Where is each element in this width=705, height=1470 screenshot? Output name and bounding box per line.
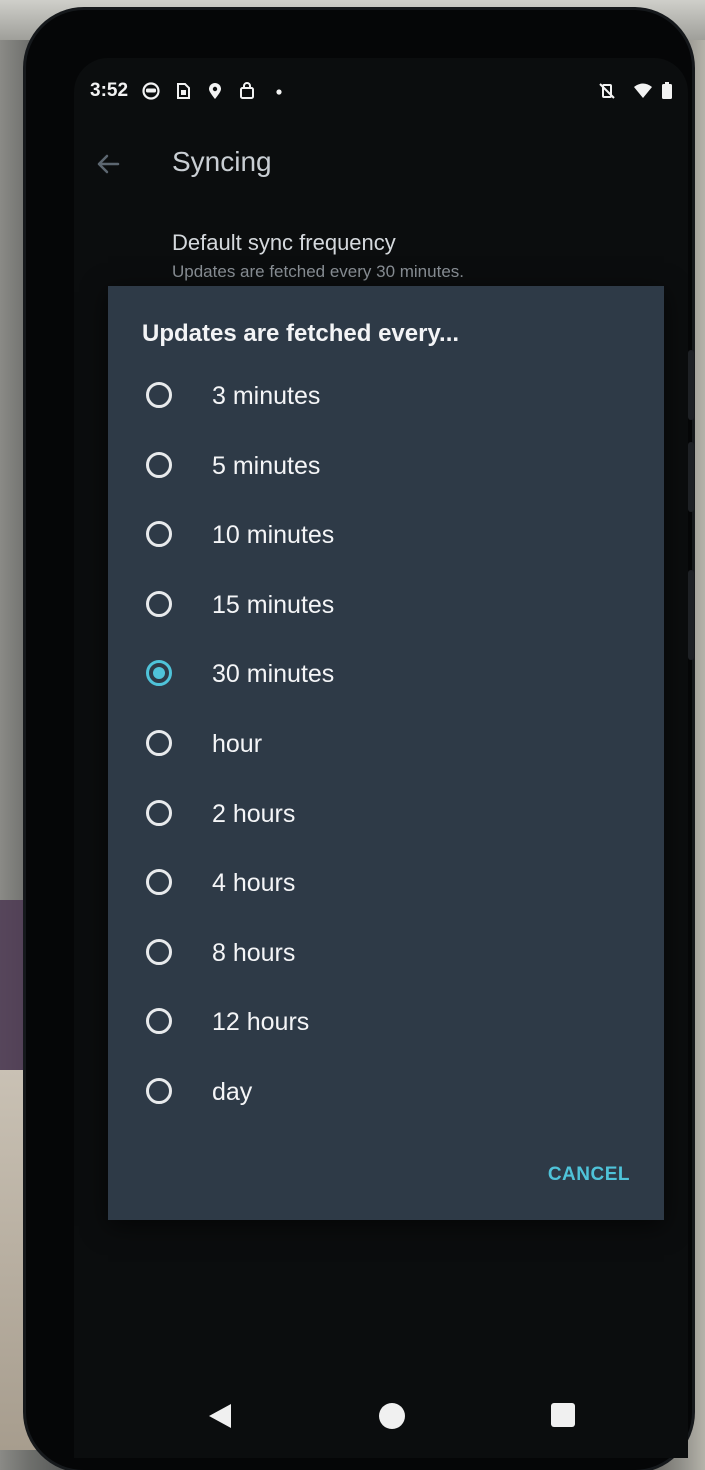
radio-option[interactable]: 3 minutes [142,368,642,428]
radio-option[interactable]: 30 minutes [142,646,642,706]
nav-recents-icon[interactable] [551,1403,575,1427]
sim-card-icon [174,82,192,100]
notification-dot-icon [274,82,292,100]
shopping-bag-icon [238,82,256,100]
radio-unselected-icon[interactable] [146,800,172,826]
radio-selected-icon[interactable] [146,660,172,686]
radio-option[interactable]: 10 minutes [142,507,642,567]
radio-option-label: 5 minutes [212,452,321,480]
radio-option-label: 15 minutes [212,591,335,619]
radio-option[interactable]: 2 hours [142,786,642,846]
side-button [688,570,694,660]
radio-option-label: hour [212,730,263,758]
radio-unselected-icon[interactable] [146,382,172,408]
radio-option-label: day [212,1078,253,1106]
radio-unselected-icon[interactable] [146,869,172,895]
cancel-button[interactable]: CANCEL [548,1164,630,1186]
radio-unselected-icon[interactable] [146,1008,172,1034]
discord-icon [142,82,160,100]
phone-body: 3:52 Syncing Default sync frequency Upda… [26,10,694,1470]
radio-option[interactable]: 5 minutes [142,438,642,498]
radio-option-label: 10 minutes [212,521,335,549]
status-bar: 3:52 [74,58,688,128]
arrow-left-icon[interactable] [90,146,126,182]
radio-option[interactable]: hour [142,716,642,776]
radio-option-label: 8 hours [212,939,296,967]
status-time: 3:52 [90,80,129,101]
radio-unselected-icon[interactable] [146,521,172,547]
dialog-title: Updates are fetched every... [142,320,460,347]
vibrate-off-icon [598,82,616,100]
location-pin-icon [206,82,224,100]
radio-unselected-icon[interactable] [146,939,172,965]
radio-option[interactable]: 15 minutes [142,577,642,637]
nav-home-icon[interactable] [379,1403,405,1429]
side-button [688,350,694,420]
radio-option[interactable]: 4 hours [142,855,642,915]
battery-icon [658,82,676,100]
preference-summary: Updates are fetched every 30 minutes. [172,262,464,281]
wifi-icon [634,82,652,100]
radio-option[interactable]: 12 hours [142,994,642,1054]
app-bar: Syncing [74,132,688,196]
navigation-bar [74,1378,688,1458]
preference-title: Default sync frequency [172,230,396,255]
radio-option-label: 3 minutes [212,382,321,410]
radio-unselected-icon[interactable] [146,730,172,756]
sync-frequency-dialog: Updates are fetched every... 3 minutes 5 … [108,286,664,1220]
sync-frequency-preference[interactable]: Default sync frequency Updates are fetch… [172,230,464,282]
page-title: Syncing [172,146,272,177]
radio-option-label: 4 hours [212,869,296,897]
screen: 3:52 Syncing Default sync frequency Upda… [74,58,688,1458]
radio-option-label: 30 minutes [212,660,335,688]
radio-option-label: 12 hours [212,1008,310,1036]
nav-back-icon[interactable] [209,1404,231,1428]
radio-unselected-icon[interactable] [146,591,172,617]
side-button [688,442,694,512]
radio-unselected-icon[interactable] [146,452,172,478]
radio-unselected-icon[interactable] [146,1078,172,1104]
radio-option[interactable]: 8 hours [142,925,642,985]
radio-option[interactable]: day [142,1064,642,1124]
radio-option-label: 2 hours [212,800,296,828]
